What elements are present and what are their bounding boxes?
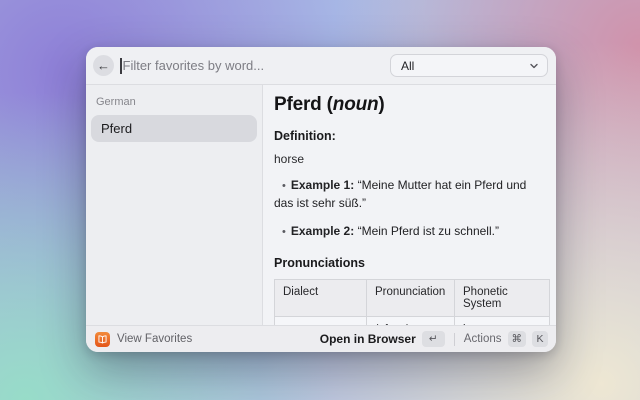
back-arrow-icon: ←: [97, 58, 110, 73]
cell-pronunciation: /pfeːrt/, [(p)feːɐ̯t], /feːrt/, [feːɐ̯t]…: [367, 317, 455, 326]
command-key-icon: ⌘: [508, 331, 527, 347]
entry-title: Pferd (noun): [274, 94, 548, 116]
example-2-label: Example 2:: [291, 224, 354, 238]
footer-divider: [454, 333, 455, 346]
example-1-label: Example 1:: [291, 178, 354, 192]
table-row: - /pfeːrt/, [(p)feːɐ̯t], /feːrt/, [feːɐ̯…: [275, 317, 550, 326]
search-bar: ← All: [86, 47, 556, 85]
table-header-row: Dialect Pronunciation Phonetic System: [275, 280, 550, 317]
definition-text: horse: [274, 152, 548, 166]
pronunciations-heading: Pronunciations: [274, 256, 548, 270]
example-2: • Example 2: “Mein Pferd ist zu schnell.”: [274, 223, 548, 241]
filter-dropdown[interactable]: All: [390, 54, 548, 77]
entry-part-of-speech: noun: [333, 94, 379, 115]
example-2-text: “Mein Pferd ist zu schnell.”: [358, 224, 499, 238]
command-name: View Favorites: [117, 333, 192, 345]
entry-paren-open: (: [322, 94, 333, 115]
sidebar-item-pferd[interactable]: Pferd: [91, 115, 257, 142]
open-book-icon: [95, 332, 110, 347]
detail-pane: Pferd (noun) Definition: horse • Example …: [263, 85, 556, 325]
search-input[interactable]: [122, 58, 391, 73]
col-header-phonetic-system: Phonetic System: [455, 280, 550, 317]
filter-dropdown-value: All: [401, 59, 529, 73]
entry-word: Pferd: [274, 94, 322, 115]
actions-button[interactable]: Actions ⌘ K: [464, 331, 548, 347]
cell-dialect: -: [275, 317, 367, 326]
cell-phonetic-system: ipa: [455, 317, 550, 326]
open-in-browser-button[interactable]: Open in Browser ↵: [320, 331, 445, 347]
chevron-down-icon: [529, 61, 539, 71]
open-in-browser-label: Open in Browser: [320, 332, 416, 346]
k-key-icon: K: [532, 331, 548, 347]
entry-paren-close: ): [378, 94, 384, 115]
back-button[interactable]: ←: [93, 55, 114, 76]
sidebar-section-title: German: [96, 96, 257, 108]
bullet-icon: •: [282, 226, 286, 238]
window-body: German Pferd Pferd (noun) Definition: ho…: [86, 85, 556, 325]
pronunciations-table: Dialect Pronunciation Phonetic System - …: [274, 279, 550, 325]
actions-label: Actions: [464, 333, 502, 345]
col-header-pronunciation: Pronunciation: [367, 280, 455, 317]
bullet-icon: •: [282, 180, 286, 192]
app-window: ← All German Pferd Pferd (noun) Definiti…: [86, 47, 556, 352]
col-header-dialect: Dialect: [275, 280, 367, 317]
definition-label: Definition:: [274, 129, 548, 143]
action-bar: View Favorites Open in Browser ↵ Actions…: [86, 325, 556, 352]
sidebar: German Pferd: [86, 85, 263, 325]
example-1: •Example 1: “Meine Mutter hat ein Pferd …: [274, 177, 548, 212]
return-key-icon: ↵: [422, 331, 445, 347]
